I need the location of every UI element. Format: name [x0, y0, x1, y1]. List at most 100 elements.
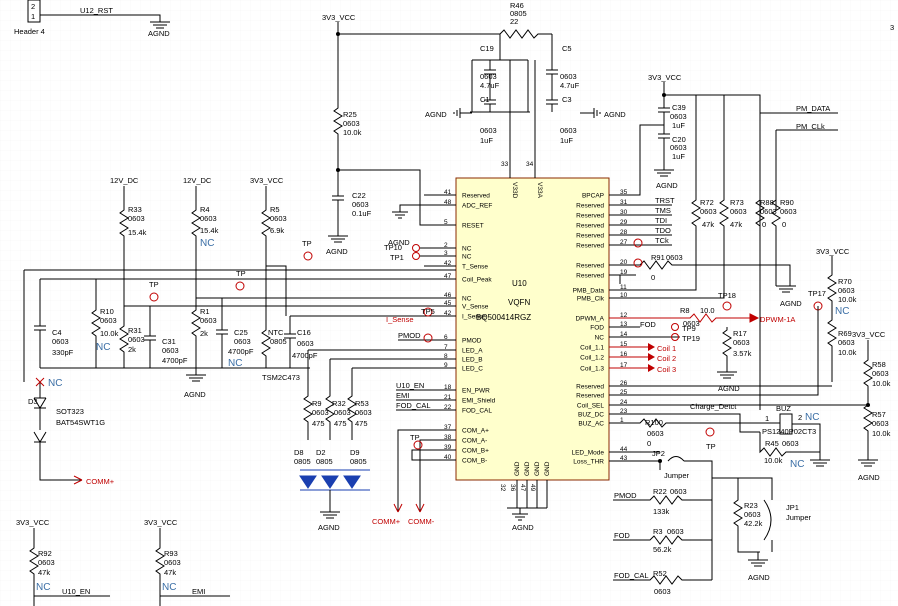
ic-pin-name: Coil_Peak — [462, 277, 492, 284]
r9-ref: R9 — [312, 399, 322, 408]
c39-ref: C39 — [672, 103, 686, 112]
ic-pin-number: 47 — [519, 484, 526, 492]
c1-pkg: 0603 — [480, 126, 497, 135]
ic-pin-number: 34 — [526, 161, 534, 168]
gnd-label-jp1: AGND — [748, 573, 770, 582]
gnd-label-c22: AGND — [326, 247, 348, 256]
page-marker: 3 — [890, 23, 894, 32]
r32-val: 475 — [334, 419, 347, 428]
r57-ref: R57 — [872, 410, 886, 419]
ic-pin-name: EN_PWR — [462, 388, 490, 395]
gnd-label-c39: AGND — [656, 181, 678, 190]
nc-buz: NC — [805, 412, 819, 423]
c5-pkg: 0603 — [560, 72, 577, 81]
ic-pin-name: LED_C — [462, 366, 483, 373]
r1-val: 2k — [200, 329, 208, 338]
tp9-label: TP9 — [682, 324, 696, 333]
ic-pin-name: COM_A+ — [462, 428, 489, 435]
net-u12-rst: U12_RST — [80, 6, 113, 15]
r4-pkg: 0603 — [200, 214, 217, 223]
r73-pkg: 0603 — [730, 207, 747, 216]
d9-ref: D9 — [350, 448, 360, 457]
c19-pkg: 0603 — [480, 72, 497, 81]
r88-pkg: 0603 — [760, 207, 777, 216]
ic-pin-name: Reserved — [576, 203, 604, 210]
r93-pkg: 0603 — [164, 558, 181, 567]
r92-pkg: 0603 — [38, 558, 55, 567]
d3-val: BAT54SWT1G — [56, 418, 105, 427]
ic-pin-name: LED_A — [462, 348, 483, 355]
ic-pin-name: NC — [595, 335, 605, 342]
ic-package: VQFN — [508, 298, 530, 307]
header4-title: Header 4 — [14, 27, 45, 36]
c39-pkg: 0603 — [670, 112, 687, 121]
ic-pin-name: LED_Mode — [571, 450, 604, 457]
r45-val: 10.0k — [764, 456, 783, 465]
ic-pin-name: Coil_1.1 — [580, 345, 604, 352]
ic-pin-name: ADC_REF — [462, 203, 492, 210]
nc-r4: NC — [200, 238, 214, 249]
r23-pkg: 0603 — [744, 510, 761, 519]
ic-pin-name: GND — [534, 461, 541, 476]
c22-val: 0.1uF — [352, 209, 372, 218]
ic-pin-number: 36 — [509, 484, 516, 492]
tp5-label: TP5 — [421, 307, 435, 316]
c4-val: 330pF — [52, 348, 74, 357]
r45-ref: R45 — [765, 439, 779, 448]
gnd-label-right: AGND — [604, 110, 626, 119]
net-tck: TCk — [655, 236, 669, 245]
schematic-canvas: 2 1 Header 4 U12_RST AGND 3 3V3_VCC R46 … — [0, 0, 898, 606]
r46-val: 22 — [510, 17, 518, 26]
r93-val: 47k — [164, 568, 176, 577]
net-3v3-r58: 3V3_VCC — [852, 330, 886, 339]
ic-pin-name: Reserved — [576, 263, 604, 270]
ic-pin-number: 5 — [444, 219, 448, 226]
buz-ref: BUZ — [776, 404, 791, 413]
r10-ref: R10 — [100, 307, 114, 316]
ic-pin-name: Loss_THR — [573, 459, 604, 466]
r90-pkg: 0603 — [780, 207, 797, 216]
r5-pkg: 0603 — [270, 214, 287, 223]
tp-vsense: TP — [149, 280, 159, 289]
c16-pkg: 0603 — [297, 339, 314, 348]
r72-pkg: 0603 — [700, 207, 717, 216]
r69-val: 10.0k — [838, 348, 857, 357]
gnd-label-ic: AGND — [512, 523, 534, 532]
r91-pkg: 0603 — [666, 253, 683, 262]
c4-pkg: 0603 — [52, 337, 69, 346]
r23-val: 42.2k — [744, 519, 763, 528]
net-3v3-r92: 3V3_VCC — [16, 518, 50, 527]
ic-pin-number: 49 — [529, 484, 536, 492]
ic-pin-number: 41 — [444, 189, 452, 196]
c22-ref: C22 — [352, 191, 366, 200]
gnd-label-header: AGND — [148, 29, 170, 38]
jp2-ref: JP2 — [652, 449, 665, 458]
d3-ref: D3 — [28, 397, 38, 406]
net-3v3-c39: 3V3_VCC — [648, 73, 682, 82]
ic-pin-name: DPWM_A — [575, 316, 604, 323]
ic-pin-name: Reserved — [462, 193, 490, 200]
r31-ref: R31 — [128, 326, 142, 335]
tp19-label: TP19 — [682, 334, 700, 343]
r5-ref: R5 — [270, 205, 280, 214]
d2-pkg: 0805 — [316, 457, 333, 466]
r92-val: 47k — [38, 568, 50, 577]
c16-val: 4700pF — [292, 351, 318, 360]
ic-pin-name: Reserved — [576, 213, 604, 220]
net-12v-a: 12V_DC — [110, 176, 139, 185]
r3-val: 56.2k — [653, 545, 672, 554]
ic-pin-name: EMI_Shield — [462, 398, 496, 405]
gnd-label-r17: AGND — [718, 384, 740, 393]
c19-ref: C19 — [480, 44, 494, 53]
ic-pin-name: COM_B+ — [462, 448, 489, 455]
net-comm-minus: COMM- — [408, 517, 435, 526]
net-3v3-r70: 3V3_VCC — [816, 247, 850, 256]
tp17-label: TP17 — [808, 289, 826, 298]
c19-val: 4.7uF — [480, 81, 500, 90]
r90-ref: R90 — [780, 198, 794, 207]
r53-ref: R53 — [355, 399, 369, 408]
ic-pin-name: LED_B — [462, 357, 483, 364]
c5-val: 4.7uF — [560, 81, 580, 90]
net-coil3: Coil 3 — [657, 365, 676, 374]
gnd-label-left: AGND — [425, 110, 447, 119]
